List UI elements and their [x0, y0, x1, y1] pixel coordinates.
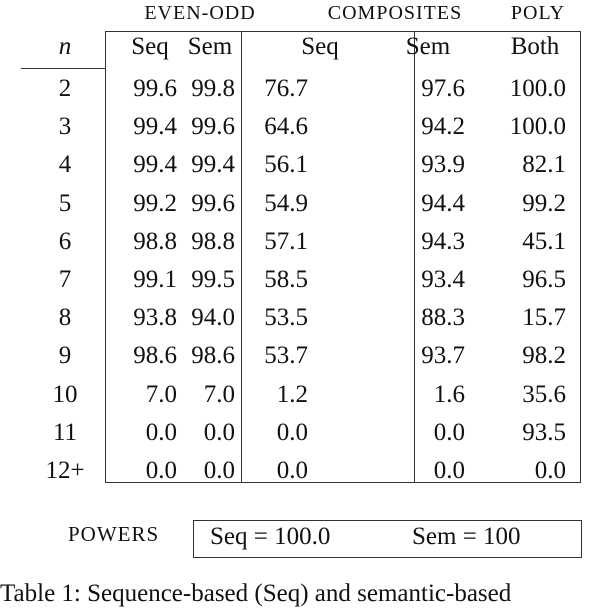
table-cell-evenodd-seq: 93.8: [133, 304, 177, 332]
row-n-label: 4: [58, 151, 72, 179]
table-cell-evenodd-sem: 98.8: [191, 227, 235, 255]
header-rule: [21, 68, 106, 70]
table-cell-composites-seq: 53.5: [264, 304, 308, 332]
table-cell-evenodd-sem: 99.6: [191, 113, 235, 141]
table-caption: Table 1: Sequence-based (Seq) and semant…: [0, 580, 512, 607]
header-rule-inner: [105, 68, 580, 69]
group-header-composites: COMPOSITES: [327, 2, 463, 24]
row-n-label: 9: [58, 342, 72, 370]
table-cell-poly-both: 93.5: [522, 418, 566, 446]
table-cell-evenodd-seq: 7.0: [145, 380, 177, 408]
powers-label: POWERS: [68, 522, 160, 546]
column-header-both: Both: [510, 33, 560, 60]
table-cell-poly-both: 82.1: [522, 151, 566, 179]
table-cell-evenodd-seq: 0.0: [145, 418, 177, 446]
table-cell-evenodd-seq: 0.0: [145, 457, 177, 484]
table-cell-evenodd-sem: 99.6: [191, 189, 235, 217]
table-cell-poly-both: 100.0: [509, 113, 566, 141]
column-header-seq: Seq: [301, 33, 339, 60]
row-n-label: 7: [58, 266, 72, 293]
table-cell-composites-seq: 54.9: [264, 189, 308, 217]
table-cell-evenodd-seq: 99.6: [133, 75, 177, 102]
table-cell-poly-both: 98.2: [522, 342, 566, 370]
row-n-label: 3: [58, 113, 72, 141]
column-header-seq: Seq: [131, 33, 169, 60]
table-cell-evenodd-seq: 98.8: [133, 227, 177, 255]
table-cell-poly-both: 100.0: [509, 75, 566, 102]
table-cell-evenodd-seq: 99.4: [133, 151, 177, 179]
row-n-label: 5: [58, 189, 72, 217]
table-cell-composites-seq: 57.1: [264, 227, 308, 255]
divider-even-odd-composites: [241, 31, 243, 482]
row-n-label: 12+: [45, 457, 85, 484]
table-cell-composites-seq: 64.6: [264, 113, 308, 141]
row-n-label: 11: [52, 418, 78, 446]
table-cell-poly-both: 45.1: [522, 227, 566, 255]
table-cell-evenodd-sem: 0.0: [203, 457, 235, 484]
table-cell-evenodd-sem: 99.5: [191, 266, 235, 293]
table-cell-poly-both: 35.6: [522, 380, 566, 408]
powers-seq-value: Seq = 100.0: [210, 523, 331, 550]
table-cell-composites-seq: 58.5: [264, 266, 308, 293]
table-cell-composites-seq: 56.1: [264, 151, 308, 179]
column-header-sem: Sem: [187, 33, 233, 60]
table-cell-evenodd-sem: 99.4: [191, 151, 235, 179]
table-cell-composites-seq: 76.7: [264, 75, 308, 102]
table-cell-evenodd-sem: 7.0: [203, 380, 235, 408]
table-cell-poly-both: 96.5: [522, 266, 566, 293]
group-header-poly: POLY: [510, 2, 566, 24]
table-cell-evenodd-seq: 99.1: [133, 266, 177, 293]
powers-sem-value: Sem = 100: [412, 523, 521, 550]
table-cell-evenodd-seq: 99.4: [133, 113, 177, 141]
table-cell-composites-seq: 0.0: [276, 418, 308, 446]
row-n-label: 2: [58, 75, 72, 102]
table-cell-evenodd-sem: 99.8: [191, 75, 235, 102]
row-n-label: 10: [52, 380, 78, 408]
group-header-even-odd: EVEN-ODD: [144, 2, 256, 24]
table-cell-evenodd-sem: 0.0: [203, 418, 235, 446]
table-cell-poly-both: 0.0: [534, 457, 566, 484]
table-cell-composites-seq: 53.7: [264, 342, 308, 370]
table-cell-composites-seq: 1.2: [276, 380, 308, 408]
row-n-label: 6: [58, 227, 72, 255]
table-cell-evenodd-sem: 98.6: [191, 342, 235, 370]
table-cell-evenodd-seq: 99.2: [133, 189, 177, 217]
row-n-label: 8: [58, 304, 72, 332]
table-cell-poly-both: 15.7: [522, 304, 566, 332]
column-header-sem: Sem: [405, 33, 451, 60]
column-header-n: n: [58, 33, 72, 60]
table-cell-evenodd-sem: 94.0: [191, 304, 235, 332]
table-cell-poly-both: 99.2: [522, 189, 566, 217]
table-cell-evenodd-seq: 98.6: [133, 342, 177, 370]
table-cell-composites-seq: 0.0: [276, 457, 308, 484]
powers-box: Seq = 100.0 Sem = 100: [193, 520, 582, 558]
